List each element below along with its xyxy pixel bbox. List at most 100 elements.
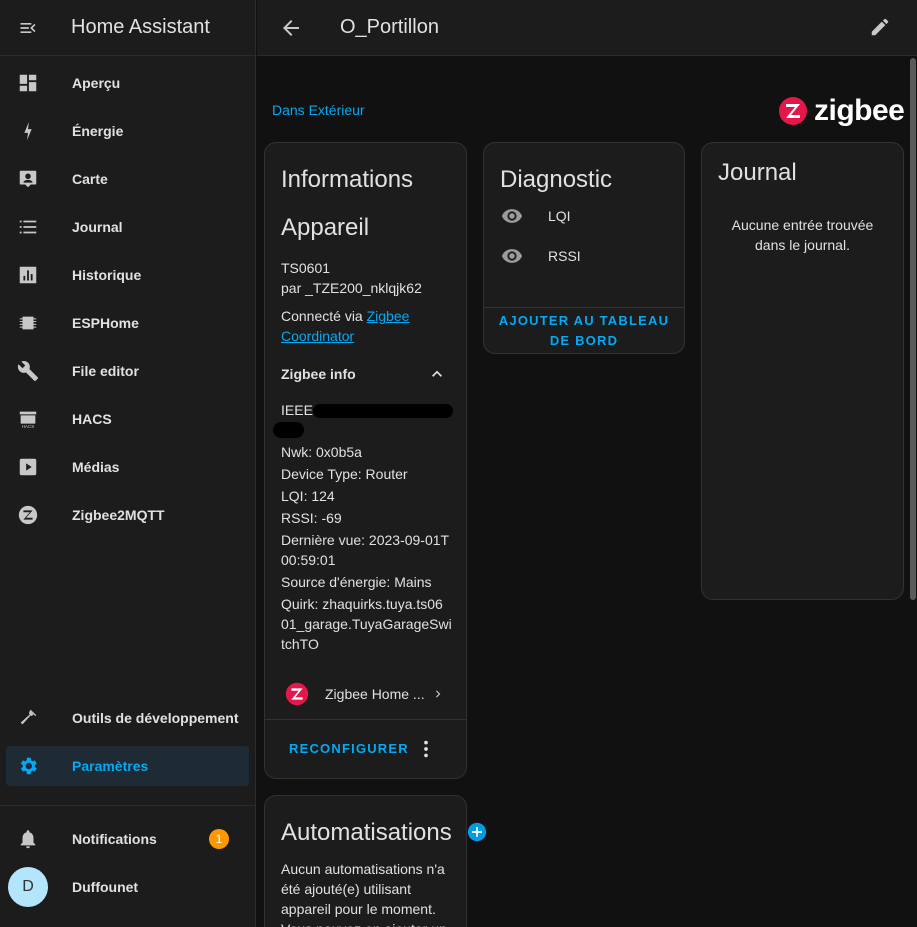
journal-card: Journal Aucune entrée trouvée dans le jo… bbox=[701, 142, 904, 600]
zigbee-wordmark: zigbee bbox=[814, 94, 905, 127]
sidebar-item-label: ESPHome bbox=[72, 315, 139, 331]
zigbee-info-label[interactable]: Zigbee info bbox=[281, 364, 356, 384]
coordinator-link-line2[interactable]: Coordinator bbox=[281, 326, 354, 346]
add-to-dashboard-label-2: DE BORD bbox=[549, 333, 619, 348]
sidebar-item-carte[interactable]: Carte bbox=[6, 159, 249, 199]
sidebar-item-label: Aperçu bbox=[72, 75, 121, 91]
arrow-left-icon bbox=[283, 20, 299, 36]
integration-label: Zigbee Home ... bbox=[325, 686, 425, 702]
add-to-dashboard-button[interactable]: AJOUTER AU TABLEAU DE BORD bbox=[484, 311, 684, 351]
sidebar-header: Home Assistant bbox=[0, 0, 255, 56]
ieee-label: IEEE: bbox=[281, 402, 317, 418]
last-seen-value-2: 00:59:01 bbox=[281, 552, 336, 568]
chevron-up-icon bbox=[432, 370, 442, 377]
integration-row[interactable]: Zigbee Home ... bbox=[265, 674, 466, 714]
entity-row-lqi[interactable]: LQI bbox=[484, 201, 684, 231]
journal-empty-text: Aucune entrée trouvée bbox=[731, 217, 874, 233]
sidebar-item-label: Duffounet bbox=[72, 879, 139, 895]
sidebar-item-label: Médias bbox=[72, 459, 120, 475]
menu-toggle-button[interactable] bbox=[0, 0, 56, 56]
sidebar-item-esphome[interactable]: ESPHome bbox=[6, 303, 249, 343]
page-title: O_Portillon bbox=[340, 16, 439, 38]
scrollbar[interactable] bbox=[910, 58, 916, 600]
hammer-icon bbox=[6, 698, 50, 738]
edit-button[interactable] bbox=[869, 16, 891, 43]
sidebar-item-apercu[interactable]: Aperçu bbox=[6, 63, 249, 103]
sidebar-item-label: File editor bbox=[72, 363, 139, 379]
sidebar-item-historique[interactable]: Historique bbox=[6, 255, 249, 295]
sidebar-item-user[interactable]: D Duffounet bbox=[6, 867, 249, 907]
automations-empty-text: Vous pouvez en ajouter un bbox=[281, 919, 447, 927]
zigbee-logo: zigbee bbox=[778, 94, 905, 128]
sidebar-item-medias[interactable]: Médias bbox=[6, 447, 249, 487]
area-link[interactable]: Dans Extérieur bbox=[272, 102, 365, 118]
sidebar-item-hacs[interactable]: HACS HACS bbox=[6, 399, 249, 439]
dashboard-icon bbox=[6, 63, 50, 103]
sidebar-item-label: Outils de développement bbox=[72, 710, 239, 726]
zigbee-brand-icon bbox=[779, 97, 807, 125]
sidebar-item-energie[interactable]: Énergie bbox=[6, 111, 249, 151]
connected-via: Connecté via Zigbee bbox=[281, 306, 409, 326]
more-options-button[interactable] bbox=[415, 738, 437, 765]
sidebar-item-notifications[interactable]: Notifications 1 bbox=[6, 819, 249, 859]
gear-icon bbox=[6, 746, 50, 786]
notification-count-badge: 1 bbox=[209, 829, 229, 849]
automations-empty-text: appareil pour le moment. bbox=[281, 901, 436, 917]
card-divider bbox=[265, 719, 466, 720]
play-box-icon bbox=[6, 447, 50, 487]
eye-icon bbox=[501, 209, 523, 223]
chart-icon bbox=[6, 255, 50, 295]
sidebar-item-label: Zigbee2MQTT bbox=[72, 507, 165, 523]
eye-icon bbox=[501, 249, 523, 263]
zigbee-icon bbox=[6, 495, 50, 535]
card-divider bbox=[484, 307, 684, 308]
list-icon bbox=[6, 207, 50, 247]
power-source-value: Source d'énergie: Mains bbox=[281, 574, 432, 590]
device-info-title-2: Appareil bbox=[281, 214, 370, 241]
map-account-icon bbox=[6, 159, 50, 199]
entity-label: LQI bbox=[548, 208, 571, 224]
sidebar-item-zigbee2mqtt[interactable]: Zigbee2MQTT bbox=[6, 495, 249, 535]
journal-empty-text-2: dans le journal. bbox=[755, 237, 850, 253]
quirk-value-3: tchTO bbox=[281, 636, 319, 652]
last-seen-value: Dernière vue: 2023-09-01T bbox=[281, 532, 450, 548]
zigbee-integration-icon bbox=[285, 682, 309, 706]
plus-circle-icon bbox=[467, 822, 487, 842]
hacs-icon: HACS bbox=[6, 399, 50, 439]
add-to-dashboard-label: AJOUTER AU TABLEAU bbox=[498, 313, 670, 328]
automations-title: Automatisations bbox=[281, 819, 452, 846]
entity-row-rssi[interactable]: RSSI bbox=[484, 241, 684, 271]
sidebar-item-file-editor[interactable]: File editor bbox=[6, 351, 249, 391]
app-title: Home Assistant bbox=[71, 16, 210, 38]
sidebar-item-parametres[interactable]: Paramètres bbox=[6, 746, 249, 786]
sidebar-item-label: Paramètres bbox=[72, 758, 149, 774]
automations-card: Automatisations Aucun automatisations n'… bbox=[264, 795, 467, 927]
back-button[interactable] bbox=[279, 16, 303, 45]
journal-title: Journal bbox=[718, 159, 797, 186]
coordinator-link-line1[interactable]: Zigbee bbox=[367, 308, 410, 324]
nwk-value: Nwk: 0x0b5a bbox=[281, 444, 362, 460]
chevron-right-icon bbox=[436, 690, 441, 698]
wrench-icon bbox=[6, 351, 50, 391]
sidebar-item-label: Notifications bbox=[72, 831, 157, 847]
diagnostic-card: Diagnostic LQI RSSI AJOUTER AU TABLEAU D… bbox=[483, 142, 685, 354]
automations-empty-text: Aucun automatisations n'a bbox=[281, 861, 445, 877]
sidebar-item-journal[interactable]: Journal bbox=[6, 207, 249, 247]
sidebar-divider bbox=[0, 805, 256, 806]
sidebar: Home Assistant Aperçu Énergie Carte Jour… bbox=[0, 0, 256, 927]
quirk-value-2: 01_garage.TuyaGarageSwi bbox=[281, 616, 452, 632]
chip-icon bbox=[6, 303, 50, 343]
sidebar-item-dev-tools[interactable]: Outils de développement bbox=[6, 698, 249, 738]
sidebar-item-label: Carte bbox=[72, 171, 108, 187]
connected-via-prefix: Connecté via bbox=[281, 308, 363, 324]
reconfigure-button[interactable]: RECONFIGURER bbox=[289, 741, 409, 756]
add-automation-button[interactable] bbox=[467, 822, 487, 847]
device-info-title: Informations bbox=[281, 166, 414, 193]
redaction-bar bbox=[313, 404, 453, 418]
lqi-value: LQI: 124 bbox=[281, 488, 335, 504]
lightning-icon bbox=[6, 111, 50, 151]
collapse-toggle[interactable] bbox=[427, 364, 447, 389]
sidebar-item-label: Journal bbox=[72, 219, 123, 235]
diagnostic-title: Diagnostic bbox=[500, 166, 613, 193]
sidebar-item-label: HACS bbox=[72, 411, 112, 427]
